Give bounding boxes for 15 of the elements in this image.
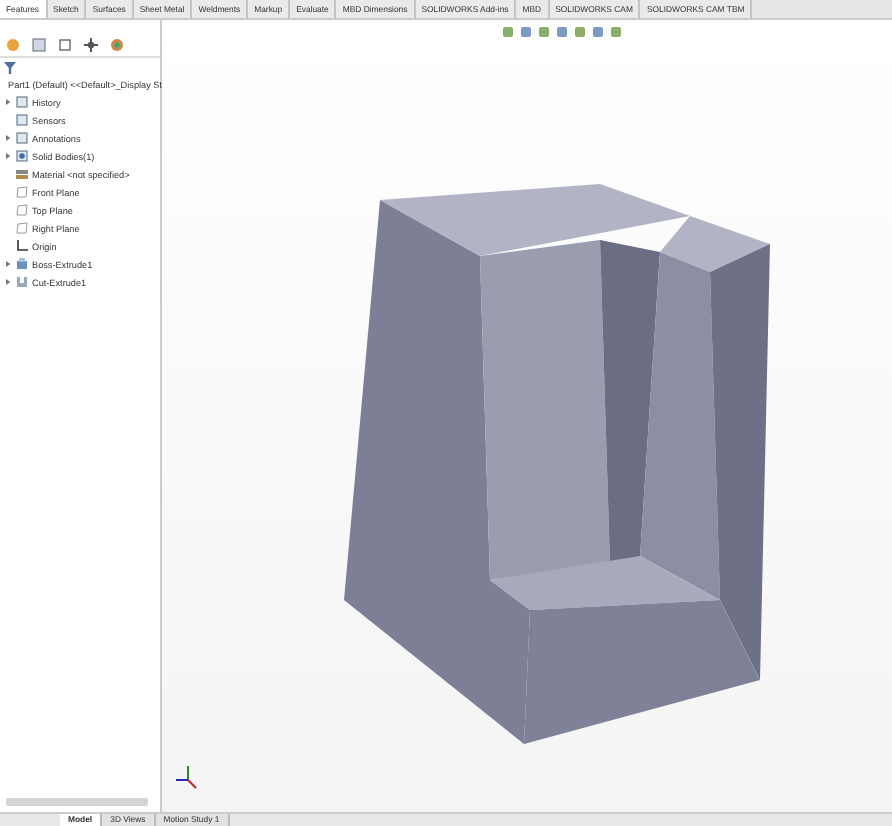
expand-arrow-icon[interactable]	[4, 98, 12, 106]
origin-icon	[16, 240, 28, 252]
filter-icon[interactable]	[4, 62, 16, 74]
expand-arrow-icon[interactable]	[4, 152, 12, 160]
scrollbar[interactable]	[6, 798, 148, 806]
body-folder-icon	[16, 150, 28, 162]
extrude-icon	[16, 258, 28, 270]
expand-arrow-icon[interactable]	[4, 260, 12, 268]
crosshair-icon[interactable]	[84, 37, 98, 51]
axis-triad-icon	[174, 764, 202, 792]
expand-arrow-icon[interactable]	[4, 134, 12, 142]
material-icon	[16, 168, 28, 180]
feature-manager-icon[interactable]	[6, 37, 20, 51]
expand-arrow-icon[interactable]	[4, 278, 12, 286]
cut-icon	[16, 276, 28, 288]
